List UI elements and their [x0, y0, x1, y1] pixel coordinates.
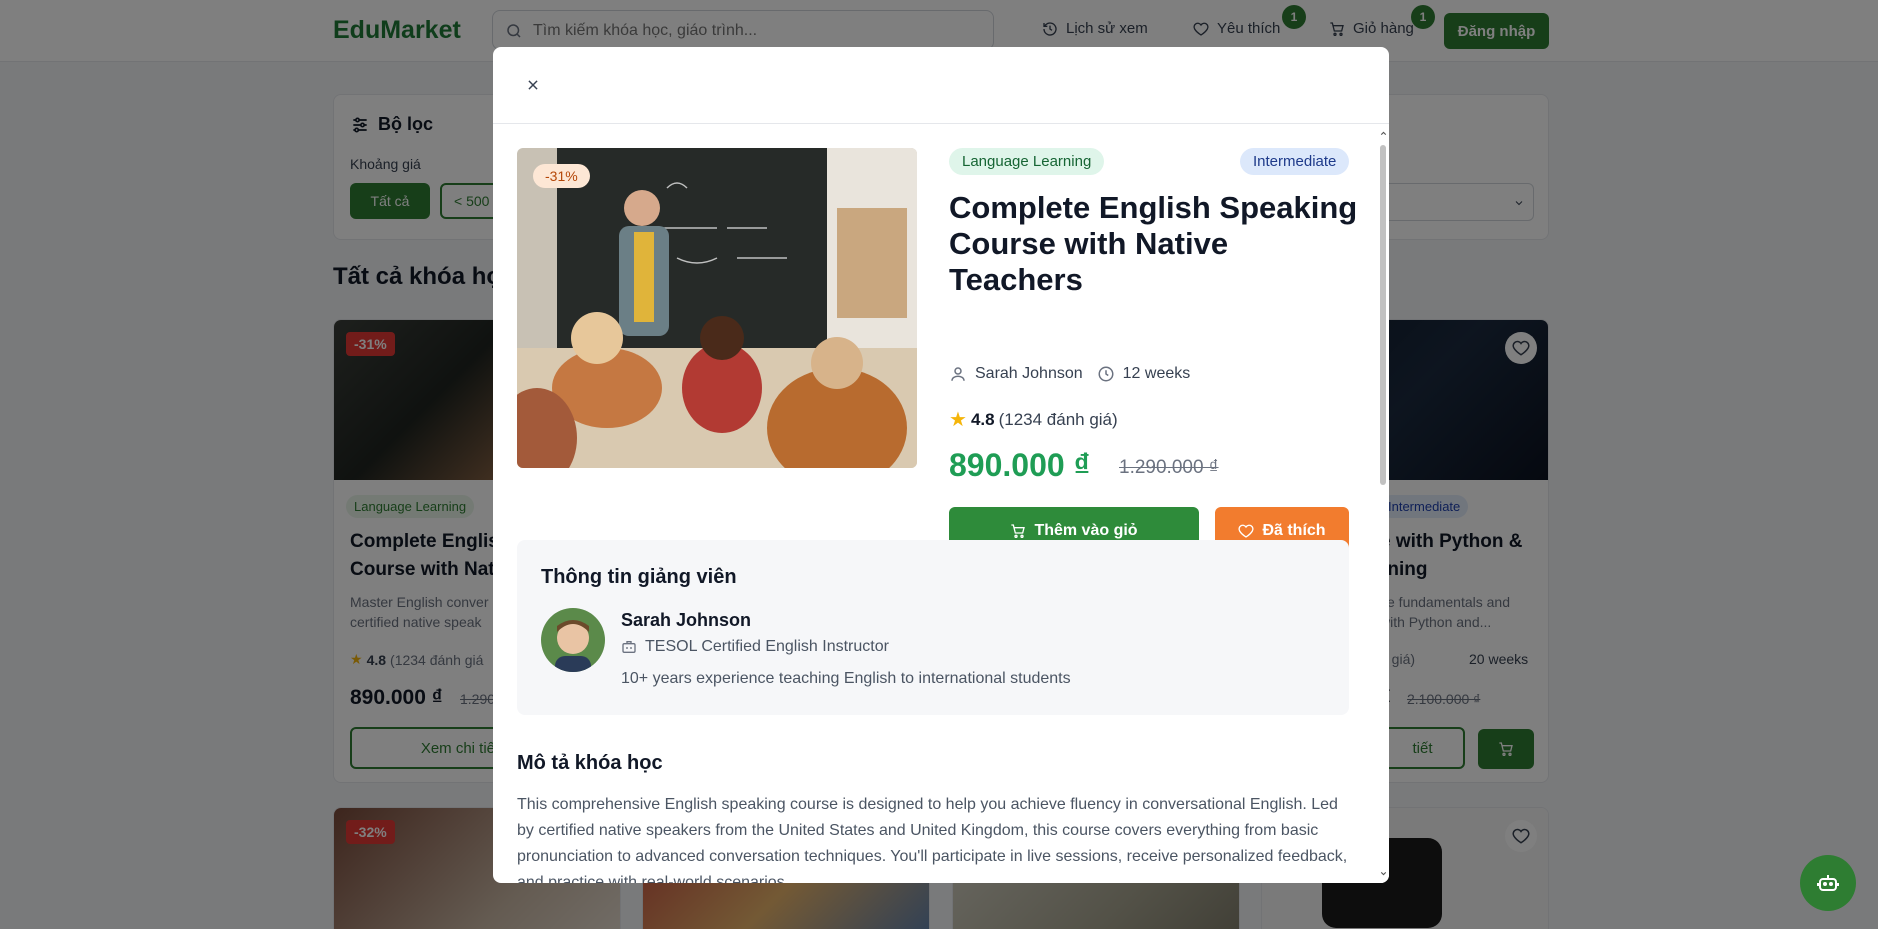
add-to-cart-label: Thêm vào giỏ — [1034, 522, 1138, 539]
scroll-down-icon — [1380, 871, 1387, 876]
description-heading: Mô tả khóa học — [517, 752, 663, 774]
original-price: 1.290.000 ₫ — [1119, 457, 1219, 478]
clock-icon — [1098, 366, 1114, 382]
user-icon — [951, 367, 965, 381]
avatar — [541, 608, 605, 672]
instructor-name-heading: Sarah Johnson — [621, 610, 752, 630]
course-meta: Sarah Johnson 12 weeks — [949, 365, 1190, 383]
briefcase-icon — [622, 641, 636, 653]
instructor-name: Sarah Johnson — [975, 365, 1083, 382]
course-detail-modal: -31% Language Learning Intermediate Comp… — [493, 47, 1389, 883]
instructor-bio: 10+ years experience teaching English to… — [621, 670, 1071, 687]
course-description: This comprehensive English speaking cour… — [517, 796, 1348, 883]
instructor-section-heading: Thông tin giảng viên — [541, 566, 737, 588]
heart-icon — [1238, 524, 1254, 538]
classroom-photo — [517, 148, 917, 468]
course-price: 890.000 ₫ — [949, 447, 1090, 483]
instructor-role: TESOL Certified English Instructor — [621, 638, 889, 656]
robot-icon — [1817, 875, 1839, 891]
course-title: Complete English Speaking Course with Na… — [949, 190, 1358, 297]
star-icon: ★ — [949, 409, 967, 431]
scrollbar-thumb[interactable] — [1380, 145, 1386, 485]
rating-value: 4.8 — [970, 409, 995, 429]
course-rating: ★ 4.8 (1234 đánh giá) — [949, 407, 1118, 432]
modal-header — [493, 47, 1389, 124]
discount-badge: -31% — [533, 164, 590, 188]
liked-label: Đã thích — [1262, 522, 1326, 539]
course-duration: 12 weeks — [1122, 365, 1191, 382]
modal-scrollbar[interactable] — [1378, 127, 1389, 883]
instructor-info-panel: Thông tin giảng viên Sarah Johnson TESOL… — [517, 540, 1349, 715]
scroll-up-icon — [1380, 131, 1387, 136]
course-image: -31% — [517, 148, 917, 468]
chatbot-button[interactable] — [1800, 855, 1856, 911]
review-count: (1234 đánh giá) — [998, 409, 1118, 429]
close-icon — [528, 80, 538, 90]
level-tag: Intermediate — [1240, 148, 1350, 175]
category-tag: Language Learning — [949, 148, 1105, 175]
cart-icon — [1011, 524, 1026, 538]
close-button[interactable] — [523, 75, 543, 95]
